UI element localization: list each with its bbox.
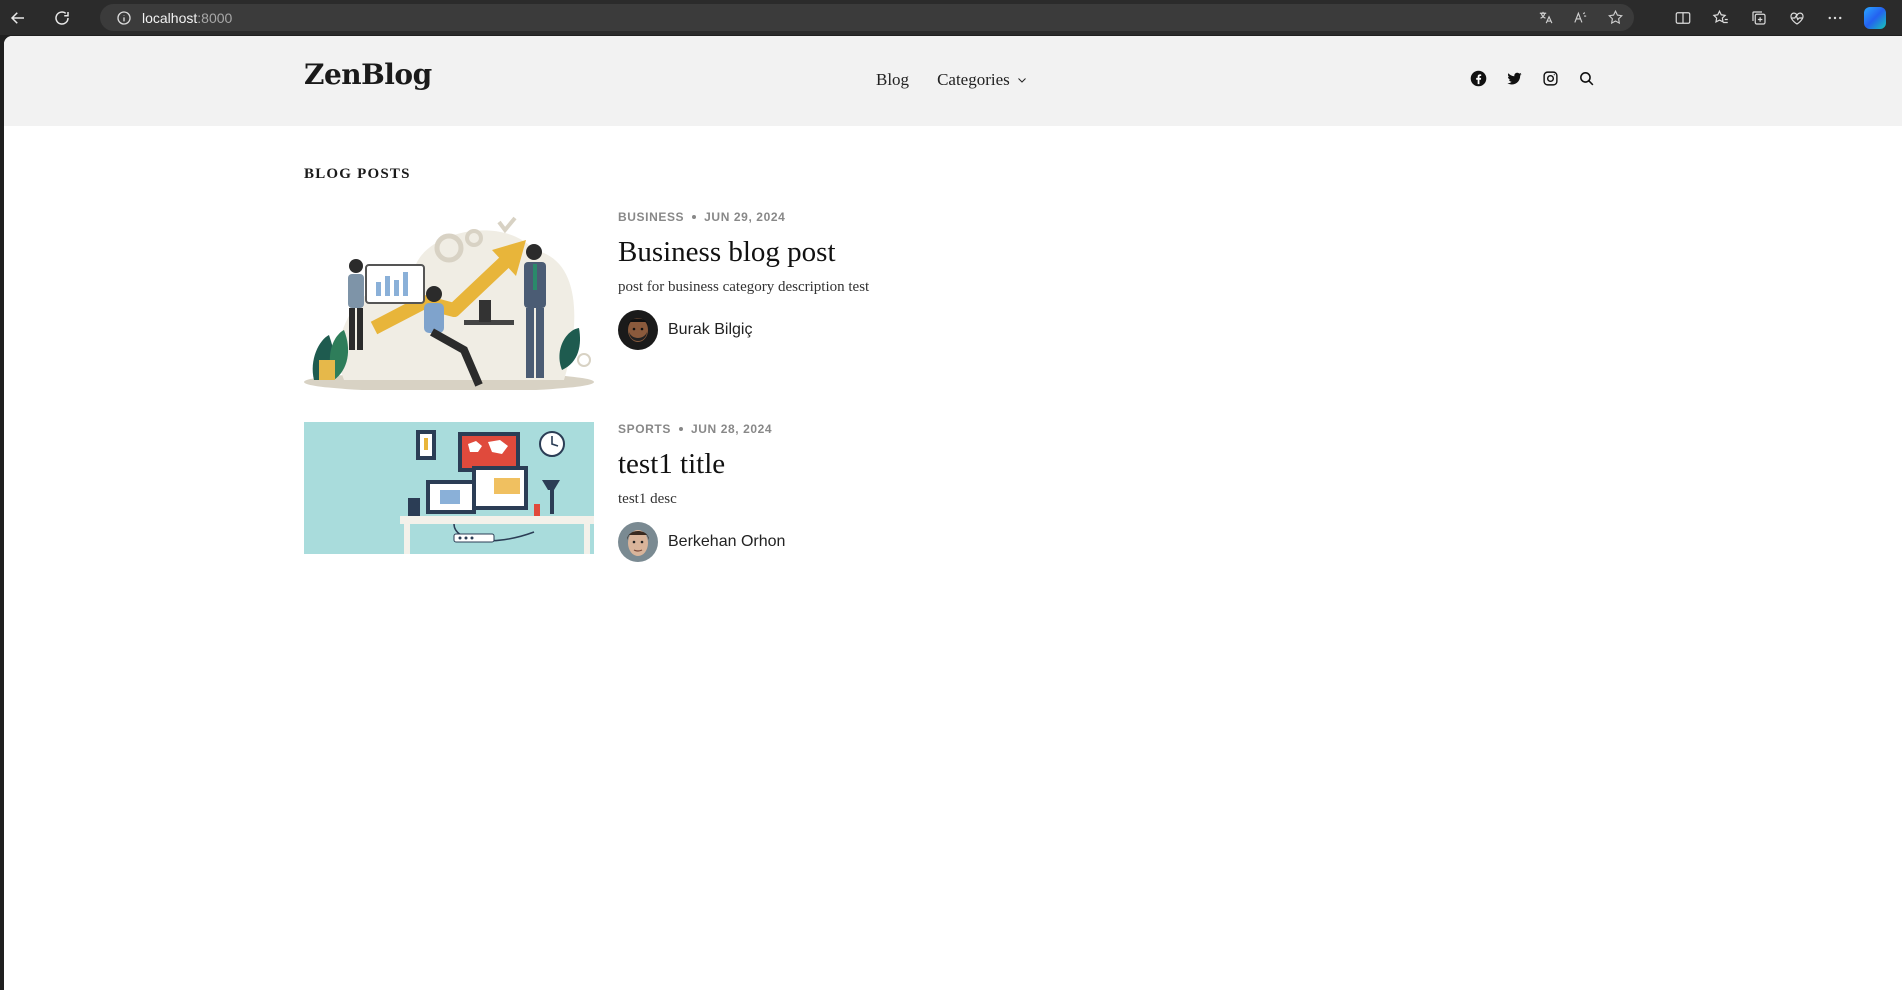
post-description: test1 desc	[618, 491, 677, 507]
meta-separator	[692, 215, 697, 219]
author-name: Burak Bilgiç	[668, 321, 753, 338]
post-category[interactable]: BUSINESS	[618, 210, 684, 224]
nav-item-label: Blog	[876, 70, 910, 89]
instagram-icon[interactable]	[1542, 70, 1559, 87]
reload-icon	[55, 10, 69, 25]
post-author[interactable]: Berkehan Orhon	[618, 522, 785, 562]
post-meta: SPORTS JUN 28, 2024	[618, 422, 785, 436]
post-title[interactable]: Business blog post	[618, 236, 869, 269]
site-header: ZenBlog Blog Categories	[4, 36, 1902, 126]
post-author[interactable]: Burak Bilgiç	[618, 310, 869, 350]
meta-separator	[678, 427, 683, 431]
post-body: BUSINESS JUN 29, 2024 Business blog post…	[618, 210, 869, 350]
post-title[interactable]: test1 title	[618, 448, 785, 481]
nav-item-blog[interactable]: Blog	[876, 70, 909, 90]
post-date: JUN 29, 2024	[704, 210, 786, 224]
browser-essentials-icon[interactable]	[1788, 9, 1806, 27]
collections-icon[interactable]	[1750, 9, 1768, 27]
more-options-icon[interactable]	[1826, 9, 1844, 27]
section-title: BLOG POSTS	[304, 166, 411, 182]
nav-item-categories[interactable]: Categories	[937, 70, 1028, 90]
twitter-icon[interactable]	[1506, 70, 1523, 87]
blog-post-card: BUSINESS JUN 29, 2024 Business blog post…	[304, 210, 1104, 390]
browser-toolbar: localhost:8000	[0, 0, 1902, 35]
address-bar[interactable]: localhost:8000	[100, 4, 1634, 31]
post-meta: BUSINESS JUN 29, 2024	[618, 210, 869, 224]
search-icon[interactable]	[1578, 70, 1595, 87]
favorite-star-icon[interactable]	[1607, 9, 1624, 26]
read-aloud-icon[interactable]	[1572, 9, 1589, 26]
back-button[interactable]	[0, 0, 36, 35]
copilot-icon[interactable]	[1864, 6, 1886, 29]
main-nav: Blog Categories	[876, 70, 1028, 90]
author-name: Berkehan Orhon	[668, 533, 786, 550]
facebook-icon[interactable]	[1470, 70, 1487, 87]
chevron-down-icon	[1017, 78, 1026, 83]
reload-button[interactable]	[44, 0, 80, 35]
split-screen-icon[interactable]	[1674, 9, 1692, 27]
author-avatar	[618, 522, 658, 562]
social-links	[1470, 70, 1595, 87]
nav-item-label: Categories	[937, 70, 1010, 89]
post-body: SPORTS JUN 28, 2024 test1 title test1 de…	[618, 422, 785, 562]
favorites-icon[interactable]	[1712, 9, 1730, 27]
url-text: localhost:8000	[142, 9, 233, 26]
post-category[interactable]: SPORTS	[618, 422, 671, 436]
site-logo[interactable]: ZenBlog	[304, 58, 432, 91]
author-avatar	[618, 310, 658, 350]
post-thumbnail[interactable]	[304, 210, 594, 390]
post-thumbnail[interactable]	[304, 422, 594, 554]
post-description: post for business category description t…	[618, 279, 870, 295]
site-info-icon[interactable]	[116, 10, 132, 26]
arrow-left-icon	[10, 11, 24, 24]
translate-icon[interactable]	[1537, 9, 1554, 26]
page-viewport: ZenBlog Blog Categories BLOG POSTS BUSIN…	[4, 36, 1902, 990]
post-date: JUN 28, 2024	[690, 422, 773, 436]
blog-post-card: SPORTS JUN 28, 2024 test1 title test1 de…	[304, 422, 1104, 602]
